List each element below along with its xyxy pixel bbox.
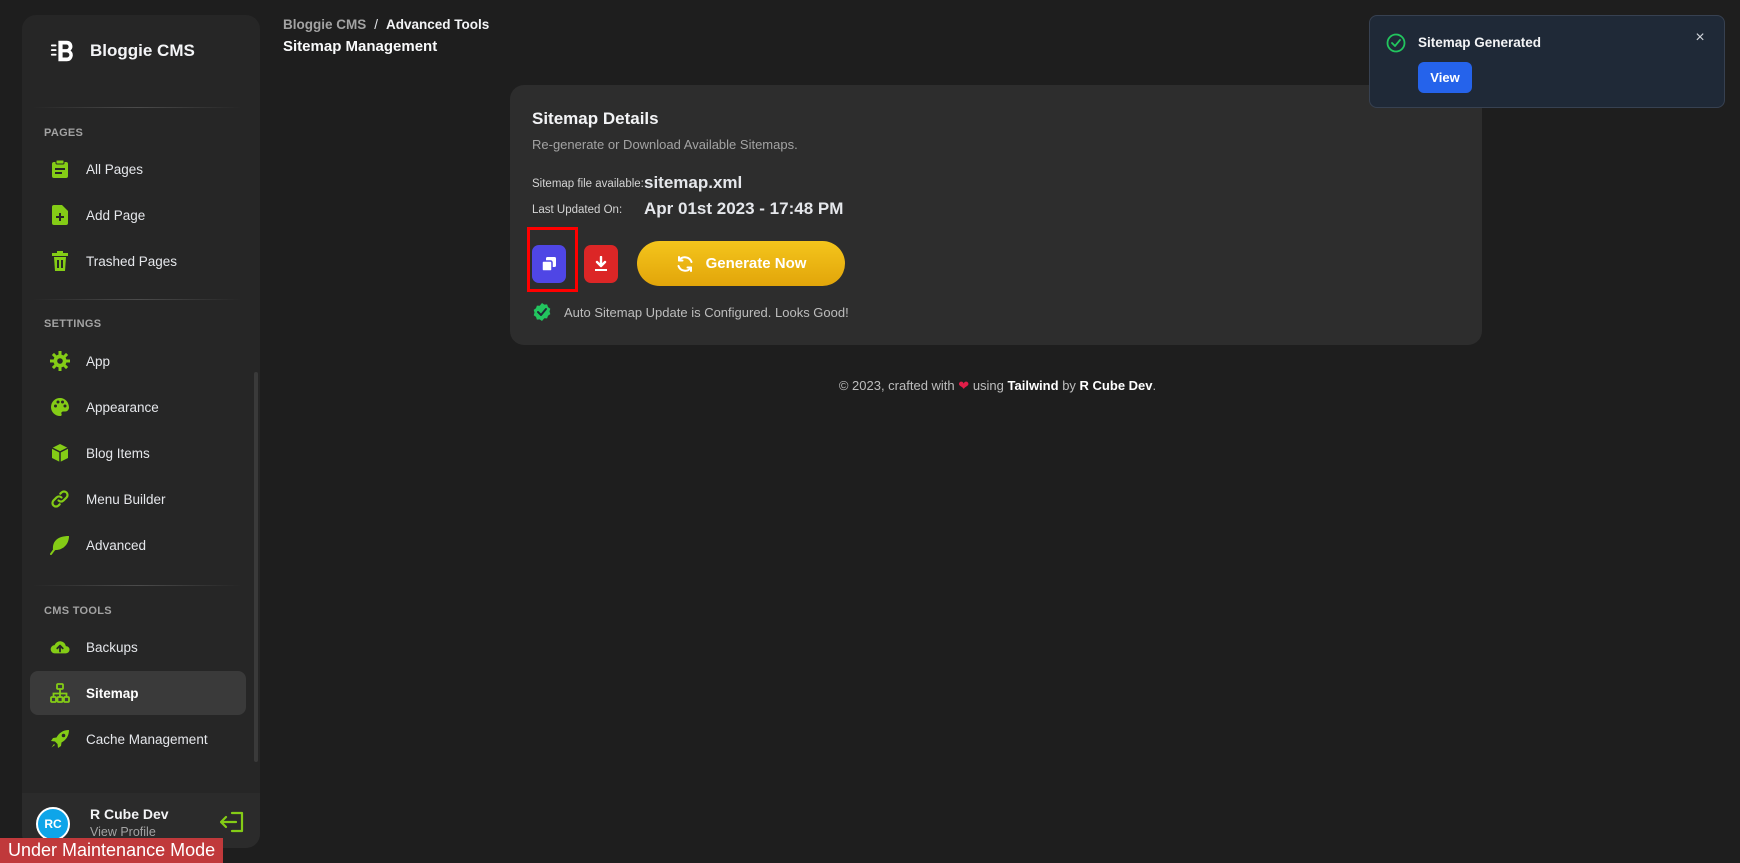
copy-button[interactable] <box>532 245 566 283</box>
check-circle-icon <box>1386 33 1406 53</box>
sidebar-item-label: Add Page <box>86 207 146 223</box>
check-badge-icon <box>533 303 551 321</box>
sidebar-item-menu-builder[interactable]: Menu Builder <box>30 477 246 521</box>
avatar[interactable]: RC <box>36 807 70 841</box>
sidebar-item-label: Trashed Pages <box>86 253 178 269</box>
palette-icon <box>50 397 70 417</box>
profile-name: R Cube Dev <box>90 806 169 822</box>
footer: © 2023, crafted with ❤ using Tailwind by… <box>0 378 1740 394</box>
sidebar-item-label: All Pages <box>86 161 144 177</box>
footer-suffix: . <box>1152 378 1157 393</box>
breadcrumb-root[interactable]: Bloggie CMS <box>283 17 366 32</box>
brand[interactable]: Bloggie CMS <box>50 37 195 65</box>
view-profile-link[interactable]: View Profile <box>90 825 156 839</box>
divider <box>32 299 242 300</box>
sidebar-item-trashed-pages[interactable]: Trashed Pages <box>30 239 246 283</box>
auto-update-status: Auto Sitemap Update is Configured. Looks… <box>532 302 849 322</box>
sidebar-item-cache-management[interactable]: Cache Management <box>30 717 246 761</box>
breadcrumb-current: Advanced Tools <box>386 17 490 32</box>
copy-icon <box>541 257 556 272</box>
sitemap-file-label: Sitemap file available: <box>532 178 644 190</box>
generate-now-label: Generate Now <box>705 255 807 272</box>
sitemap-details-card: Sitemap Details Re-generate or Download … <box>510 85 1482 345</box>
sitemap-file-value: sitemap.xml <box>644 173 743 192</box>
breadcrumb: Bloggie CMS / Advanced Tools <box>283 17 489 32</box>
sidebar-scrollbar[interactable] <box>254 372 258 762</box>
sidebar-item-backups[interactable]: Backups <box>30 625 246 669</box>
refresh-icon <box>677 255 693 272</box>
link-icon <box>50 489 70 509</box>
sidebar-item-label: Sitemap <box>86 685 139 701</box>
rocket-icon <box>50 729 70 749</box>
maintenance-badge: Under Maintenance Mode <box>0 838 224 863</box>
footer-prefix: © 2023, crafted with <box>838 378 955 393</box>
sidebar-item-label: App <box>86 353 111 369</box>
trash-icon <box>50 251 70 271</box>
sidebar-item-label: Cache Management <box>86 731 208 747</box>
gear-icon <box>50 351 70 371</box>
sidebar-item-app[interactable]: App <box>30 339 246 383</box>
sidebar-item-label: Backups <box>86 639 138 655</box>
toast-view-button[interactable]: View <box>1418 62 1472 93</box>
toast-notification: Sitemap Generated View × <box>1369 15 1725 108</box>
download-icon <box>595 256 607 271</box>
footer-by: by <box>1062 378 1076 393</box>
sidebar-item-advanced[interactable]: Advanced <box>30 523 246 567</box>
generate-now-button[interactable]: Generate Now <box>637 241 845 286</box>
status-text: Auto Sitemap Update is Configured. Looks… <box>564 304 849 320</box>
sidebar-item-blog-items[interactable]: Blog Items <box>30 431 246 475</box>
section-title-settings: SETTINGS <box>44 318 102 330</box>
author-link[interactable]: R Cube Dev <box>1080 378 1153 393</box>
card-subtitle: Re-generate or Download Available Sitema… <box>532 137 798 152</box>
last-updated-label: Last Updated On: <box>532 204 623 216</box>
cube-icon <box>50 443 70 463</box>
logout-icon[interactable] <box>220 809 246 835</box>
footer-using: using <box>972 378 1004 393</box>
leaf-icon <box>50 535 70 555</box>
sidebar-item-add-page[interactable]: Add Page <box>30 193 246 237</box>
cloud-upload-icon <box>50 637 70 657</box>
page-title: Sitemap Management <box>283 38 438 55</box>
sitemap-icon <box>50 683 70 703</box>
brand-logo-icon <box>50 37 78 65</box>
clipboard-icon <box>50 159 70 179</box>
breadcrumb-separator: / <box>374 17 379 32</box>
sidebar-item-label: Blog Items <box>86 445 150 461</box>
tailwind-link[interactable]: Tailwind <box>1008 378 1059 393</box>
divider <box>32 107 242 108</box>
sidebar: Bloggie CMS PAGES All Pages Add Page Tra… <box>22 15 260 848</box>
close-icon[interactable]: × <box>1692 30 1708 46</box>
card-title: Sitemap Details <box>532 109 659 128</box>
sidebar-item-sitemap[interactable]: Sitemap <box>30 671 246 715</box>
sidebar-item-label: Advanced <box>86 537 147 553</box>
section-title-pages: PAGES <box>44 127 84 139</box>
download-button[interactable] <box>584 245 618 283</box>
toast-title: Sitemap Generated <box>1418 35 1542 50</box>
last-updated-value: Apr 01st 2023 - 17:48 PM <box>644 199 844 218</box>
heart-icon: ❤ <box>958 378 970 393</box>
sidebar-item-label: Menu Builder <box>86 491 166 507</box>
file-plus-icon <box>50 205 70 225</box>
sidebar-item-all-pages[interactable]: All Pages <box>30 147 246 191</box>
brand-name: Bloggie CMS <box>90 41 195 60</box>
divider <box>32 585 242 586</box>
section-title-cms-tools: CMS TOOLS <box>44 605 112 617</box>
sidebar-item-label: Appearance <box>86 399 159 415</box>
